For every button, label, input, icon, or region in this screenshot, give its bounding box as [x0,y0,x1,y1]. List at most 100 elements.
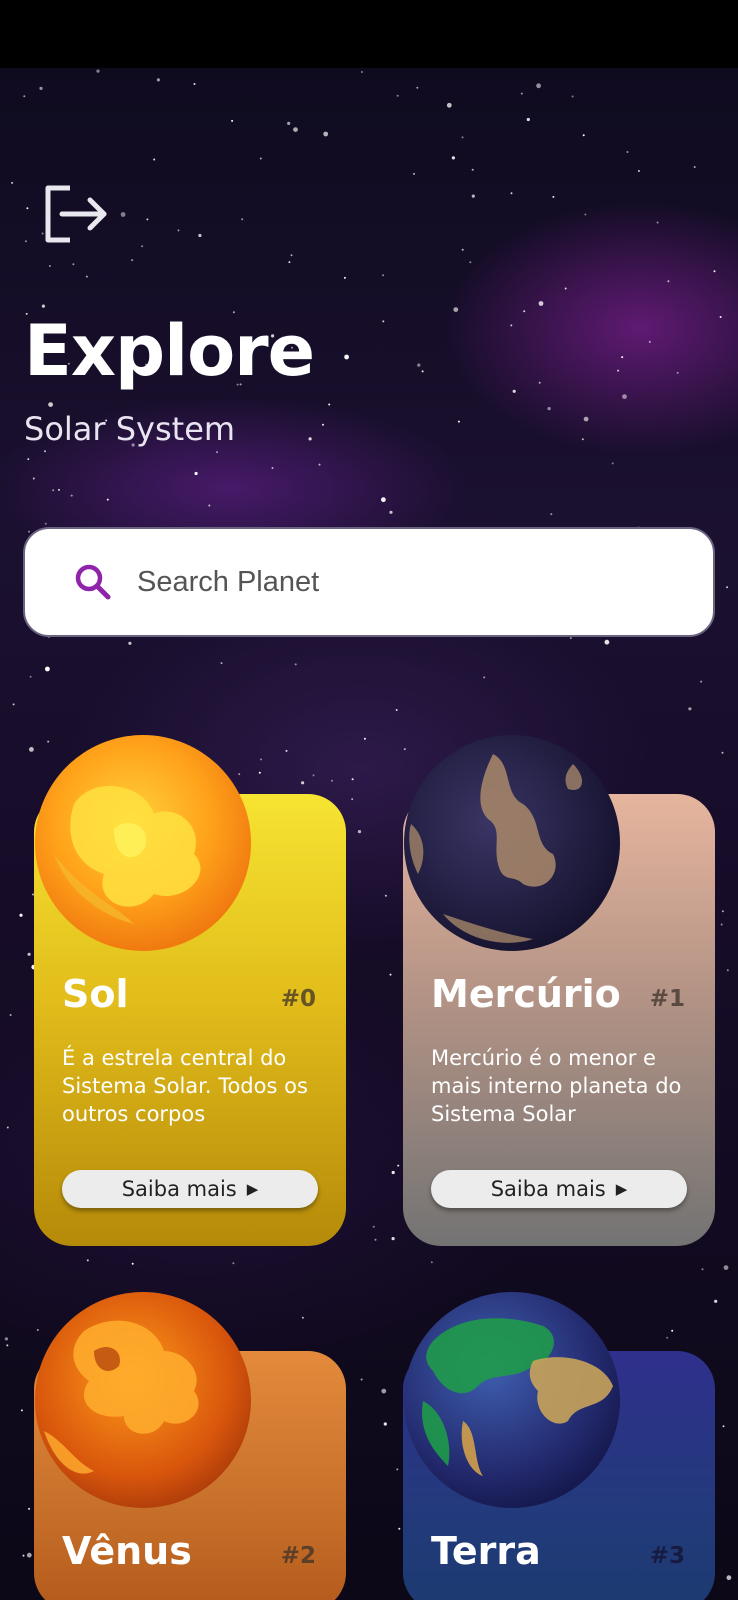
star [469,261,472,264]
star [723,1265,729,1270]
star [290,254,293,257]
star [208,504,211,507]
star [648,340,651,343]
star [471,168,474,171]
logout-icon[interactable] [40,182,110,246]
star [96,69,100,73]
star [294,663,297,666]
star [656,221,659,224]
star [510,192,513,195]
star [86,1259,89,1262]
planet-description: É a estrela central do Sistema Solar. To… [62,1046,308,1126]
page-title: Explore [24,310,315,392]
star [146,218,149,221]
play-arrow-icon: ▶ [246,1180,259,1198]
star [12,703,15,706]
star [39,86,43,90]
star [722,1425,725,1428]
star [23,95,26,98]
star [27,952,31,956]
star [550,513,553,516]
star [453,307,459,312]
star [194,471,198,476]
star [241,218,244,221]
planet-card-venus[interactable]: Vênus #2 [34,1291,346,1600]
star [430,1261,433,1264]
star [156,78,160,82]
star [446,102,452,108]
star [536,83,541,89]
planet-name: Mercúrio [431,972,621,1016]
star [52,489,55,492]
search-icon [75,564,111,600]
star [451,156,455,160]
star [581,438,584,441]
star [351,798,354,801]
star [512,389,516,393]
star [308,437,312,441]
star [328,403,331,406]
star [20,1409,23,1412]
page-subtitle: Solar System [24,410,236,448]
star [382,274,385,277]
star [41,304,46,308]
star [232,1262,235,1265]
star [720,923,723,926]
star [726,586,729,589]
star [523,310,526,313]
star [510,324,513,327]
saiba-mais-button[interactable]: Saiba mais ▶ [431,1170,687,1208]
planet-card-sol[interactable]: Sol #0 É a estrela central do Sistema So… [34,734,346,1246]
button-label: Saiba mais [121,1177,237,1201]
star [520,92,523,95]
star [351,778,354,781]
star [416,86,419,89]
star [271,467,274,469]
star [461,136,464,139]
star [28,530,30,533]
planet-number: #2 [280,1543,316,1569]
star [28,1507,31,1510]
star [374,1238,377,1241]
search-bar[interactable] [23,527,715,637]
star [177,229,180,232]
search-input[interactable] [137,565,677,599]
star [6,1344,9,1347]
star [48,402,53,407]
star [701,1268,704,1271]
star [676,371,679,374]
star [322,423,324,426]
star [389,973,392,976]
star [85,275,88,278]
star [526,117,530,122]
star [360,1378,363,1381]
star [381,497,386,503]
star [45,666,50,672]
star [396,1468,399,1471]
star [688,707,692,711]
venus-planet-image [35,1292,251,1508]
star [70,494,73,497]
sun-planet-image [35,735,251,951]
star [397,1164,400,1167]
star [153,158,156,161]
earth-planet-image [404,1292,620,1508]
star [611,462,614,465]
planet-number: #3 [649,1543,685,1569]
star [391,1237,395,1241]
star [4,1337,8,1341]
star [293,127,298,132]
planet-card-mercurio[interactable]: Mercúrio #1 Mercúrio é o menor e mais in… [403,734,715,1246]
star [259,157,262,160]
planet-card-terra[interactable]: Terra #3 [403,1291,715,1600]
star [547,407,551,411]
star [360,71,363,73]
star [713,270,716,273]
star [231,119,234,122]
star [198,233,202,238]
star [626,151,629,153]
star [193,83,196,85]
star [564,287,567,290]
star [220,662,223,665]
saiba-mais-button[interactable]: Saiba mais ▶ [62,1170,318,1208]
